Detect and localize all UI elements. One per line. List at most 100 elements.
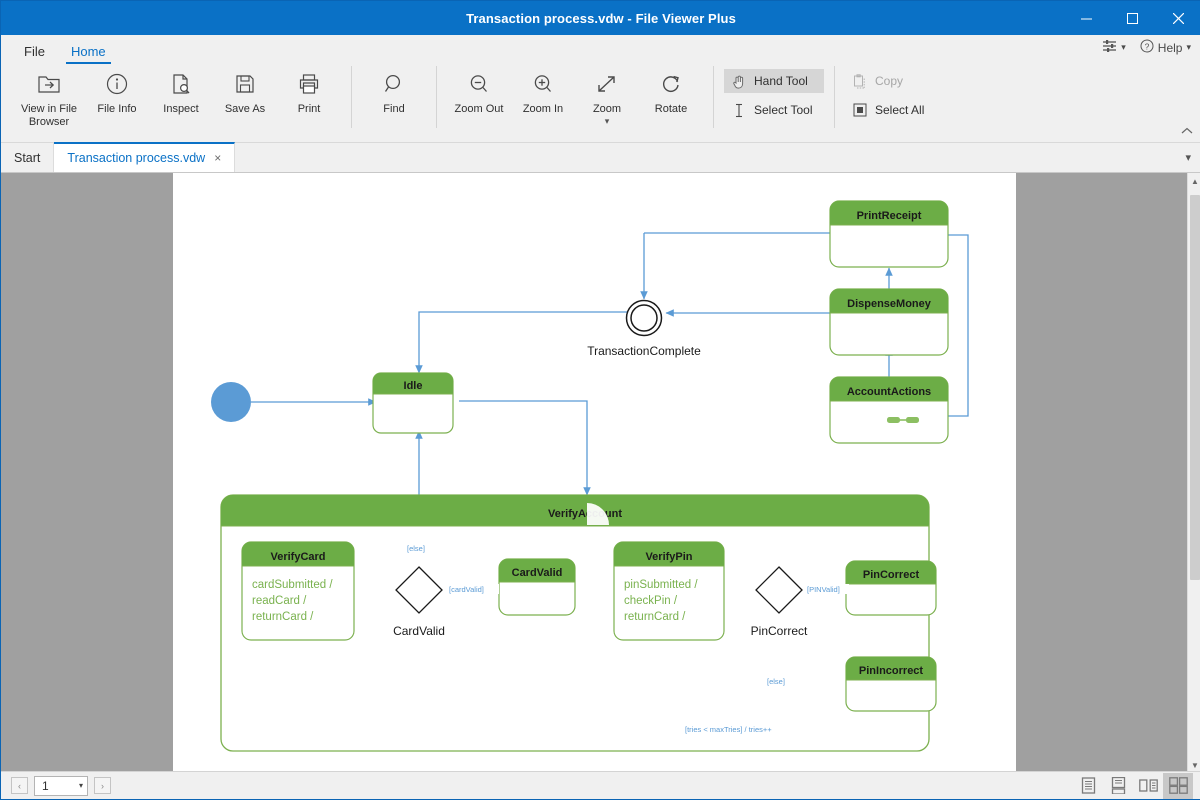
state-dispensemoney[interactable]: DispenseMoney xyxy=(830,289,948,355)
zoom-out-button[interactable]: Zoom Out xyxy=(447,63,511,133)
previous-page-button[interactable]: ‹ xyxy=(11,777,28,794)
state-pincorrect[interactable]: PinCorrect xyxy=(846,561,936,615)
document-page: TransactionComplete Idle PrintReceipt xyxy=(173,173,1016,773)
edge-label-retry: [tries < maxTries] / tries++ xyxy=(685,725,772,734)
ribbon-group-file: View in File Browser File Info xyxy=(7,63,347,135)
rotate-label: Rotate xyxy=(655,103,687,116)
document-tab-label: Transaction process.vdw xyxy=(67,151,205,165)
info-circle-icon xyxy=(105,69,129,99)
final-state-label: TransactionComplete xyxy=(587,344,701,358)
zoom-in-button[interactable]: Zoom In xyxy=(511,63,575,133)
state-label: CardValid xyxy=(512,567,563,579)
text-cursor-icon xyxy=(731,102,747,118)
inspect-button[interactable]: Inspect xyxy=(149,63,213,133)
scrollbar-thumb[interactable] xyxy=(1190,195,1200,580)
minimize-button[interactable] xyxy=(1063,1,1109,35)
find-button[interactable]: Find xyxy=(362,63,426,133)
vertical-scrollbar[interactable]: ▲ ▼ xyxy=(1187,173,1200,773)
select-all-label: Select All xyxy=(875,103,924,117)
view-mode-buttons xyxy=(1073,773,1200,799)
ribbon-group-clipboard: Copy Select All xyxy=(839,63,951,135)
state-label: VerifyCard xyxy=(270,551,325,563)
zoom-in-icon xyxy=(531,69,555,99)
document-tab-label: Start xyxy=(14,151,40,165)
tools-stack: Hand Tool Select Tool xyxy=(724,63,824,122)
single-page-view-button[interactable] xyxy=(1073,773,1103,799)
window-controls xyxy=(1063,1,1200,35)
save-as-label: Save As xyxy=(225,103,265,116)
divider xyxy=(436,66,437,128)
chevron-down-icon: ▾ xyxy=(605,117,610,125)
initial-state xyxy=(211,382,251,422)
printer-icon xyxy=(297,69,321,99)
select-all-button[interactable]: Select All xyxy=(845,98,945,122)
clipboard-stack: Copy Select All xyxy=(845,63,945,122)
tab-filler xyxy=(235,143,1175,172)
two-page-continuous-view-button[interactable] xyxy=(1163,773,1193,799)
edge-idle-to-verifyaccount xyxy=(459,401,587,495)
hand-tool-button[interactable]: Hand Tool xyxy=(724,69,824,93)
zoom-button[interactable]: Zoom ▾ xyxy=(575,63,639,133)
select-tool-button[interactable]: Select Tool xyxy=(724,98,824,122)
edge-label-else-pin: [else] xyxy=(767,677,785,686)
close-button[interactable] xyxy=(1155,1,1200,35)
state-pinincorrect[interactable]: PinIncorrect xyxy=(846,657,936,711)
collapse-ribbon-button[interactable] xyxy=(1181,126,1193,138)
decision-label: CardValid xyxy=(393,624,445,638)
ribbon-right-controls: ▾ ? Help ▾ xyxy=(1102,39,1191,56)
state-label: PinCorrect xyxy=(863,569,920,581)
folder-arrow-icon xyxy=(37,69,61,99)
state-accountactions[interactable]: AccountActions xyxy=(830,377,948,443)
inspect-label: Inspect xyxy=(163,103,198,116)
document-viewer[interactable]: TransactionComplete Idle PrintReceipt xyxy=(1,173,1200,773)
state-body-line: readCard / xyxy=(252,595,307,607)
decision-label: PinCorrect xyxy=(751,624,808,638)
help-button[interactable]: ? Help ▾ xyxy=(1140,39,1191,56)
state-verifypin[interactable]: VerifyPin pinSubmitted / checkPin / retu… xyxy=(614,542,724,640)
document-tab-start[interactable]: Start xyxy=(1,143,54,172)
copy-button[interactable]: Copy xyxy=(845,69,945,93)
state-verifycard[interactable]: VerifyCard cardSubmitted / readCard / re… xyxy=(242,542,354,640)
edge-label-else-cardvalid: [else] xyxy=(407,544,425,553)
state-cardvalid[interactable]: CardValid xyxy=(499,559,575,615)
settings-button[interactable]: ▾ xyxy=(1102,39,1126,56)
chevron-down-icon[interactable]: ▾ xyxy=(79,781,83,790)
save-as-button[interactable]: Save As xyxy=(213,63,277,133)
maximize-button[interactable] xyxy=(1109,1,1155,35)
select-tool-label: Select Tool xyxy=(754,103,812,117)
close-icon[interactable]: × xyxy=(214,151,221,165)
state-label: PrintReceipt xyxy=(857,210,922,222)
continuous-page-view-button[interactable] xyxy=(1103,773,1133,799)
page-number-input[interactable]: 1 ▾ xyxy=(34,776,88,796)
ribbon-tab-home[interactable]: Home xyxy=(58,41,119,63)
sliders-icon xyxy=(1102,39,1117,56)
state-idle[interactable]: Idle xyxy=(373,373,453,433)
zoom-label: Zoom xyxy=(593,103,621,116)
state-body-line: cardSubmitted / xyxy=(252,579,333,591)
zoom-out-label: Zoom Out xyxy=(455,103,504,116)
final-state xyxy=(627,301,662,336)
view-in-file-browser-button[interactable]: View in File Browser xyxy=(13,63,85,133)
state-diagram: TransactionComplete Idle PrintReceipt xyxy=(173,173,1016,773)
select-all-icon xyxy=(852,102,868,118)
file-info-button[interactable]: File Info xyxy=(85,63,149,133)
floppy-disk-icon xyxy=(233,69,257,99)
state-body-line: checkPin / xyxy=(624,595,678,607)
state-body-line: pinSubmitted / xyxy=(624,579,698,591)
page-magnifier-icon xyxy=(169,69,193,99)
state-label: VerifyAccount xyxy=(548,508,622,520)
zoom-in-label: Zoom In xyxy=(523,103,563,116)
scroll-up-button[interactable]: ▲ xyxy=(1188,173,1200,189)
next-page-button[interactable]: › xyxy=(94,777,111,794)
tab-overflow-button[interactable]: ▾ xyxy=(1175,143,1200,172)
find-label: Find xyxy=(383,103,404,116)
rotate-button[interactable]: Rotate xyxy=(639,63,703,133)
view-in-file-browser-label: View in File Browser xyxy=(13,103,85,129)
ribbon-tab-file[interactable]: File xyxy=(11,41,58,63)
edge-complete-to-idle xyxy=(419,312,644,373)
document-tab-transaction-process[interactable]: Transaction process.vdw × xyxy=(54,142,235,172)
file-info-label: File Info xyxy=(97,103,136,116)
state-printreceipt[interactable]: PrintReceipt xyxy=(830,201,948,267)
two-page-view-button[interactable] xyxy=(1133,773,1163,799)
print-button[interactable]: Print xyxy=(277,63,341,133)
